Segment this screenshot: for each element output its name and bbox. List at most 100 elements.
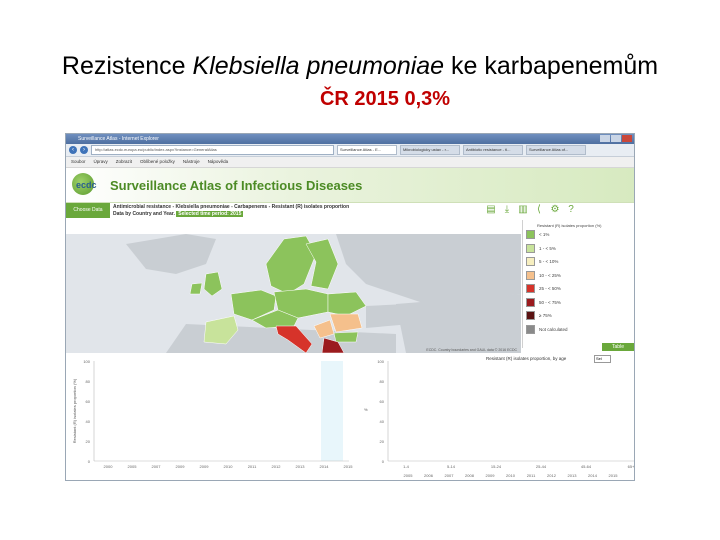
legend-item: Not calculated [523, 323, 634, 337]
menu-view[interactable]: Zobrazit [116, 157, 132, 167]
y-tick-label: 80 [380, 379, 385, 384]
timeline-year: 2013 [568, 473, 578, 478]
x-tick-label: 2013 [296, 464, 306, 469]
x-tick-label: 2012 [272, 464, 282, 469]
back-icon[interactable]: ‹ [69, 146, 77, 154]
legend-label: 5 - < 10% [539, 259, 559, 265]
dataset-period-line: Data by Country and Year. Selected time … [113, 211, 349, 218]
address-bar: ‹ › http://atlas.ecdc.europa.eu/public/i… [66, 144, 634, 157]
legend-swatch [526, 311, 535, 321]
x-tick-label: 2009 [176, 464, 186, 469]
legend-item: 25 - < 50% [523, 282, 634, 296]
tab-3[interactable]: Antibiotic resistance - tl... [463, 145, 523, 155]
menu-file[interactable]: Soubor [71, 157, 86, 167]
timeline-year: 2006 [424, 473, 434, 478]
forward-icon[interactable]: › [80, 146, 88, 154]
y-tick-label: 80 [86, 379, 91, 384]
x-tick-label: 5-14 [447, 464, 456, 469]
app-title: Surveillance Atlas of Infectious Disease… [110, 178, 363, 193]
legend-item: 50 - < 75% [523, 296, 634, 310]
selected-year-band [321, 361, 343, 461]
legend-swatch [526, 284, 535, 294]
dataset-scope: Data by Country and Year. [113, 211, 175, 217]
export-icon[interactable]: ▥ [518, 205, 528, 215]
table-button[interactable]: Table [602, 343, 634, 351]
x-tick-label: 2014 [320, 464, 330, 469]
window-title: Surveillance Atlas - Internet Explorer [78, 136, 159, 142]
download-icon[interactable]: ⤓ [502, 205, 512, 215]
map-svg [66, 234, 521, 353]
menu-edit[interactable]: Úpravy [94, 157, 108, 167]
x-tick-label: 1-4 [403, 464, 410, 469]
right-x-ticks: 1-4 5-14 15-24 25-44 45-64 65+ [403, 464, 634, 469]
y-tick-label: 60 [86, 399, 91, 404]
legend-label: 1 - < 5% [539, 245, 556, 251]
legend-item: 5 - < 10% [523, 255, 634, 269]
timeline-year: 2008 [465, 473, 475, 478]
time-period-badge: Selected time period: 2015 [176, 211, 244, 217]
y-tick-label: 20 [380, 439, 385, 444]
help-icon[interactable]: ? [566, 205, 576, 215]
right-y-ticks: 100 80 60 40 20 0 [377, 359, 384, 464]
slide-subtitle: ČR 2015 0,3% [319, 88, 451, 110]
age-chart: 100 80 60 40 20 0 1-4 5-14 15-24 25-44 45-64 65+ 2… [364, 359, 634, 478]
settings-icon[interactable]: ⚙ [550, 205, 560, 215]
x-tick-label: 2000 [104, 464, 114, 469]
dataset-title: Antimicrobial resistance - Klebsiella pn… [113, 204, 350, 210]
legend-label: ≥ 75% [539, 313, 552, 319]
legend-item: 1 - < 5% [523, 242, 634, 256]
map-credit: ECDC. Country boundaries and GAUL data ©… [426, 348, 517, 352]
timeline-year: 2005 [404, 473, 414, 478]
timeline-year: 2007 [445, 473, 455, 478]
timeline-year: 2011 [527, 473, 536, 478]
url-input[interactable]: http://atlas.ecdc.europa.eu/public/index… [91, 145, 334, 155]
x-tick-label: 2011 [248, 464, 257, 469]
maximize-button[interactable] [611, 135, 621, 142]
legend-item: ≥ 75% [523, 309, 634, 323]
map-toolbar: ▤ ⤓ ▥ ⟨ ⚙ ? [486, 205, 576, 215]
x-tick-label: 2007 [152, 464, 162, 469]
legend-swatch [526, 270, 535, 280]
menu-favorites[interactable]: Oblíbené položky [140, 157, 175, 167]
timeline: 2005 2006 2007 2008 2009 2010 2011 2012 2013 2014… [404, 473, 619, 478]
y-tick-label: 60 [380, 399, 385, 404]
browser-screenshot: Surveillance Atlas - Internet Explorer ‹… [65, 133, 635, 481]
map-legend: Resistant (R) isolates proportion (%) < … [522, 220, 634, 348]
legend-title: Resistant (R) isolates proportion (%) [537, 223, 602, 228]
close-button[interactable] [622, 135, 632, 142]
x-tick-label: 2010 [224, 464, 234, 469]
legend-label: Not calculated [539, 326, 568, 332]
menu-help[interactable]: Nápověda [208, 157, 229, 167]
y-tick-label: 0 [88, 459, 91, 464]
left-y-ticks: 100 80 60 40 20 0 [83, 359, 90, 464]
timeline-year: 2014 [588, 473, 598, 478]
menu-tools[interactable]: Nástroje [183, 157, 200, 167]
tab-2[interactable]: Mikrobiologicky ustav - r... [400, 145, 460, 155]
window-titlebar: Surveillance Atlas - Internet Explorer [66, 134, 634, 144]
y-tick-label: 100 [377, 359, 384, 364]
europe-map[interactable]: ECDC. Country boundaries and GAUL data ©… [66, 234, 521, 353]
share-icon[interactable]: ⟨ [534, 205, 544, 215]
legend-swatch [526, 230, 535, 240]
legend-item: 10 - < 25% [523, 269, 634, 283]
title-post: ke karbapenemům [444, 52, 659, 80]
choose-data-button[interactable]: Choose Data [66, 203, 110, 218]
legend-swatch [526, 243, 535, 253]
timeline-year: 2009 [486, 473, 496, 478]
tab-4[interactable]: Surveillance Atlas of... [526, 145, 586, 155]
window-controls [600, 135, 632, 142]
tab-1[interactable]: Surveillance Atlas - E... [337, 145, 397, 155]
trend-chart: 100 80 60 40 20 0 2000 2005 2007 2009 2009 2010 201… [72, 359, 353, 469]
lower-charts: 100 80 60 40 20 0 2000 2005 2007 2009 2009 2010 201… [66, 355, 634, 480]
legend-swatch [526, 297, 535, 307]
x-tick-label: 25-44 [536, 464, 547, 469]
x-tick-label: 45-64 [581, 464, 592, 469]
legend-label: 10 - < 25% [539, 272, 561, 278]
menu-bar: Soubor Úpravy Zobrazit Oblíbené položky … [66, 157, 634, 168]
x-tick-label: 2009 [200, 464, 210, 469]
print-icon[interactable]: ▤ [486, 205, 496, 215]
timeline-year: 2012 [547, 473, 557, 478]
minimize-button[interactable] [600, 135, 610, 142]
x-tick-label: 2005 [128, 464, 138, 469]
left-y-label: Resistant (R) isolates proportion (%) [72, 378, 77, 443]
